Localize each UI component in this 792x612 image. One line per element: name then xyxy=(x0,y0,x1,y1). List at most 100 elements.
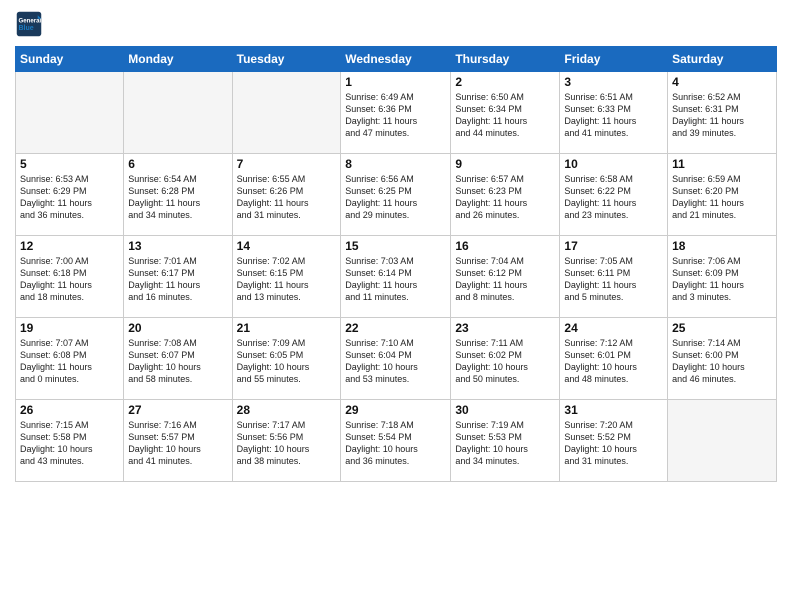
day-info: Sunrise: 7:10 AM Sunset: 6:04 PM Dayligh… xyxy=(345,337,446,386)
day-number: 17 xyxy=(564,239,663,253)
logo: General Blue xyxy=(15,10,47,38)
weekday-header-friday: Friday xyxy=(560,47,668,72)
day-number: 23 xyxy=(455,321,555,335)
calendar-cell: 26 Sunrise: 7:15 AM Sunset: 5:58 PM Dayli… xyxy=(16,400,124,482)
day-info: Sunrise: 7:14 AM Sunset: 6:00 PM Dayligh… xyxy=(672,337,772,386)
calendar-cell: 29Sunrise: 7:18 AM Sunset: 5:54 PM Dayli… xyxy=(341,400,451,482)
day-info: Sunrise: 6:58 AM Sunset: 6:22 PM Dayligh… xyxy=(564,173,663,222)
day-info: Sunrise: 7:12 AM Sunset: 6:01 PM Dayligh… xyxy=(564,337,663,386)
day-info: Sunrise: 6:53 AM Sunset: 6:29 PM Dayligh… xyxy=(20,173,119,222)
calendar-cell: 1 Sunrise: 6:49 AM Sunset: 6:36 PM Daylig… xyxy=(341,72,451,154)
day-number: 10 xyxy=(564,157,663,171)
calendar-cell: 25 Sunrise: 7:14 AM Sunset: 6:00 PM Dayli… xyxy=(668,318,777,400)
calendar-cell: 11 Sunrise: 6:59 AM Sunset: 6:20 PM Dayli… xyxy=(668,154,777,236)
calendar-cell: 21Sunrise: 7:09 AM Sunset: 6:05 PM Dayli… xyxy=(232,318,341,400)
day-number: 21 xyxy=(237,321,337,335)
day-info: Sunrise: 7:18 AM Sunset: 5:54 PM Dayligh… xyxy=(345,419,446,468)
day-number: 20 xyxy=(128,321,227,335)
calendar-cell: 23 Sunrise: 7:11 AM Sunset: 6:02 PM Dayli… xyxy=(451,318,560,400)
day-number: 26 xyxy=(20,403,119,417)
day-info: Sunrise: 7:03 AM Sunset: 6:14 PM Dayligh… xyxy=(345,255,446,304)
calendar-cell xyxy=(668,400,777,482)
day-number: 2 xyxy=(455,75,555,89)
day-number: 8 xyxy=(345,157,446,171)
calendar-cell: 4 Sunrise: 6:52 AM Sunset: 6:31 PM Daylig… xyxy=(668,72,777,154)
day-number: 28 xyxy=(237,403,337,417)
day-info: Sunrise: 6:57 AM Sunset: 6:23 PM Dayligh… xyxy=(455,173,555,222)
day-number: 25 xyxy=(672,321,772,335)
day-info: Sunrise: 7:08 AM Sunset: 6:07 PM Dayligh… xyxy=(128,337,227,386)
day-number: 18 xyxy=(672,239,772,253)
day-info: Sunrise: 6:54 AM Sunset: 6:28 PM Dayligh… xyxy=(128,173,227,222)
weekday-header-wednesday: Wednesday xyxy=(341,47,451,72)
calendar-cell xyxy=(124,72,232,154)
calendar-cell: 19 Sunrise: 7:07 AM Sunset: 6:08 PM Dayli… xyxy=(16,318,124,400)
week-row-5: 26 Sunrise: 7:15 AM Sunset: 5:58 PM Dayli… xyxy=(16,400,777,482)
weekday-header-row: SundayMondayTuesdayWednesdayThursdayFrid… xyxy=(16,47,777,72)
calendar-cell: 17 Sunrise: 7:05 AM Sunset: 6:11 PM Dayli… xyxy=(560,236,668,318)
day-info: Sunrise: 7:15 AM Sunset: 5:58 PM Dayligh… xyxy=(20,419,119,468)
weekday-header-tuesday: Tuesday xyxy=(232,47,341,72)
day-info: Sunrise: 6:52 AM Sunset: 6:31 PM Dayligh… xyxy=(672,91,772,140)
calendar-cell xyxy=(16,72,124,154)
day-info: Sunrise: 7:19 AM Sunset: 5:53 PM Dayligh… xyxy=(455,419,555,468)
day-info: Sunrise: 7:02 AM Sunset: 6:15 PM Dayligh… xyxy=(237,255,337,304)
calendar-cell: 7Sunrise: 6:55 AM Sunset: 6:26 PM Daylig… xyxy=(232,154,341,236)
day-number: 11 xyxy=(672,157,772,171)
day-info: Sunrise: 7:06 AM Sunset: 6:09 PM Dayligh… xyxy=(672,255,772,304)
day-number: 31 xyxy=(564,403,663,417)
week-row-2: 5 Sunrise: 6:53 AM Sunset: 6:29 PM Daylig… xyxy=(16,154,777,236)
calendar-cell: 27Sunrise: 7:16 AM Sunset: 5:57 PM Dayli… xyxy=(124,400,232,482)
day-info: Sunrise: 6:56 AM Sunset: 6:25 PM Dayligh… xyxy=(345,173,446,222)
day-info: Sunrise: 7:11 AM Sunset: 6:02 PM Dayligh… xyxy=(455,337,555,386)
calendar-cell: 22 Sunrise: 7:10 AM Sunset: 6:04 PM Dayli… xyxy=(341,318,451,400)
day-number: 12 xyxy=(20,239,119,253)
calendar-cell: 30 Sunrise: 7:19 AM Sunset: 5:53 PM Dayli… xyxy=(451,400,560,482)
day-info: Sunrise: 6:49 AM Sunset: 6:36 PM Dayligh… xyxy=(345,91,446,140)
calendar-cell: 9 Sunrise: 6:57 AM Sunset: 6:23 PM Daylig… xyxy=(451,154,560,236)
day-number: 30 xyxy=(455,403,555,417)
day-info: Sunrise: 7:07 AM Sunset: 6:08 PM Dayligh… xyxy=(20,337,119,386)
day-number: 6 xyxy=(128,157,227,171)
day-number: 9 xyxy=(455,157,555,171)
day-number: 22 xyxy=(345,321,446,335)
day-info: Sunrise: 7:04 AM Sunset: 6:12 PM Dayligh… xyxy=(455,255,555,304)
day-number: 19 xyxy=(20,321,119,335)
calendar-cell: 18 Sunrise: 7:06 AM Sunset: 6:09 PM Dayli… xyxy=(668,236,777,318)
day-number: 7 xyxy=(237,157,337,171)
day-number: 15 xyxy=(345,239,446,253)
calendar-cell: 24 Sunrise: 7:12 AM Sunset: 6:01 PM Dayli… xyxy=(560,318,668,400)
day-number: 1 xyxy=(345,75,446,89)
day-number: 13 xyxy=(128,239,227,253)
week-row-4: 19 Sunrise: 7:07 AM Sunset: 6:08 PM Dayli… xyxy=(16,318,777,400)
calendar-cell: 10 Sunrise: 6:58 AM Sunset: 6:22 PM Dayli… xyxy=(560,154,668,236)
calendar-cell: 14Sunrise: 7:02 AM Sunset: 6:15 PM Dayli… xyxy=(232,236,341,318)
day-info: Sunrise: 7:01 AM Sunset: 6:17 PM Dayligh… xyxy=(128,255,227,304)
calendar-cell: 12 Sunrise: 7:00 AM Sunset: 6:18 PM Dayli… xyxy=(16,236,124,318)
calendar-cell: 8 Sunrise: 6:56 AM Sunset: 6:25 PM Daylig… xyxy=(341,154,451,236)
svg-text:Blue: Blue xyxy=(19,25,34,32)
calendar-cell: 6 Sunrise: 6:54 AM Sunset: 6:28 PM Daylig… xyxy=(124,154,232,236)
weekday-header-monday: Monday xyxy=(124,47,232,72)
calendar-cell xyxy=(232,72,341,154)
day-number: 3 xyxy=(564,75,663,89)
day-number: 5 xyxy=(20,157,119,171)
day-info: Sunrise: 7:17 AM Sunset: 5:56 PM Dayligh… xyxy=(237,419,337,468)
day-info: Sunrise: 6:51 AM Sunset: 6:33 PM Dayligh… xyxy=(564,91,663,140)
page: General Blue SundayMondayTuesdayWednesda… xyxy=(0,0,792,612)
day-info: Sunrise: 6:59 AM Sunset: 6:20 PM Dayligh… xyxy=(672,173,772,222)
day-info: Sunrise: 7:00 AM Sunset: 6:18 PM Dayligh… xyxy=(20,255,119,304)
week-row-3: 12 Sunrise: 7:00 AM Sunset: 6:18 PM Dayli… xyxy=(16,236,777,318)
calendar-cell: 28 Sunrise: 7:17 AM Sunset: 5:56 PM Dayli… xyxy=(232,400,341,482)
day-info: Sunrise: 7:05 AM Sunset: 6:11 PM Dayligh… xyxy=(564,255,663,304)
day-number: 24 xyxy=(564,321,663,335)
day-number: 16 xyxy=(455,239,555,253)
calendar-cell: 20 Sunrise: 7:08 AM Sunset: 6:07 PM Dayli… xyxy=(124,318,232,400)
day-info: Sunrise: 7:20 AM Sunset: 5:52 PM Dayligh… xyxy=(564,419,663,468)
header: General Blue xyxy=(15,10,777,38)
calendar-cell: 5 Sunrise: 6:53 AM Sunset: 6:29 PM Daylig… xyxy=(16,154,124,236)
calendar-cell: 13 Sunrise: 7:01 AM Sunset: 6:17 PM Dayli… xyxy=(124,236,232,318)
day-info: Sunrise: 6:50 AM Sunset: 6:34 PM Dayligh… xyxy=(455,91,555,140)
calendar-table: SundayMondayTuesdayWednesdayThursdayFrid… xyxy=(15,46,777,482)
day-number: 4 xyxy=(672,75,772,89)
